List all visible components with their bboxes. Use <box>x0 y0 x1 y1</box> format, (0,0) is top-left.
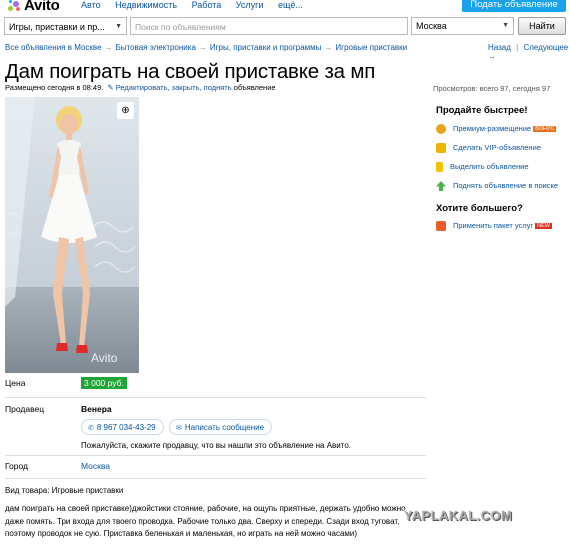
nav-realty[interactable]: Недвижимость <box>115 0 177 10</box>
highlight-listing-link[interactable]: Выделить объявление <box>436 162 529 173</box>
breadcrumb-all-moscow[interactable]: Все объявления в Москве <box>5 43 102 52</box>
site-watermark: YAPLAKAL.COM <box>404 508 513 523</box>
photo-watermark: Avito <box>91 351 118 365</box>
nav-services[interactable]: Услуги <box>236 0 264 10</box>
seller-name[interactable]: Венера <box>81 404 112 414</box>
premium-placement-link[interactable]: Премиум-размещение БОНУС <box>436 124 557 135</box>
divider <box>5 397 426 398</box>
divider <box>5 478 426 479</box>
back-link[interactable]: Назад <box>488 43 511 52</box>
top-nav: Авто Недвижимость Работа Услуги ещё... <box>81 0 315 10</box>
listing-description: дам поиграть на своей приставке)джойстик… <box>5 504 406 538</box>
logo-dots-icon <box>8 0 22 12</box>
seller-label: Продавец <box>5 404 45 414</box>
nav-auto[interactable]: Авто <box>81 0 101 10</box>
bump-listing-link[interactable]: Поднять объявление в поиске <box>436 181 558 192</box>
edit-suffix: объявление <box>233 83 276 92</box>
photo-image <box>5 97 139 373</box>
search-button[interactable]: Найти <box>518 17 566 35</box>
edit-link[interactable]: ✎ Редактировать, закрыть, поднять <box>107 83 231 92</box>
item-navigation: Назад | Следующее → <box>488 43 569 61</box>
search-bar: Игры, приставки и пр... ▼ Поиск по объяв… <box>4 17 566 37</box>
new-badge: NEW <box>535 223 552 230</box>
bonus-badge: БОНУС <box>533 126 557 133</box>
want-more-heading: Хотите большего? <box>436 203 523 214</box>
page-title: Дам поиграть на своей приставке за мп <box>5 60 376 83</box>
chevron-down-icon: ▼ <box>115 23 122 30</box>
top-bar: Avito Авто Недвижимость Работа Услуги ещ… <box>0 0 570 14</box>
sell-faster-heading: Продайте быстрее! <box>436 105 528 116</box>
envelope-icon: ✉ <box>176 425 182 432</box>
price-label: Цена <box>5 378 26 388</box>
coin-icon <box>436 124 446 135</box>
apply-package-link[interactable]: Применить пакет услуг NEW <box>436 221 552 232</box>
category-select[interactable]: Игры, приставки и пр... ▼ <box>4 17 127 35</box>
views-counter: Просмотров: всего 97, сегодня 97 <box>433 84 551 93</box>
arrow-up-icon <box>436 181 446 192</box>
zoom-icon[interactable]: ⊕ <box>117 102 134 119</box>
write-message-button[interactable]: ✉ Написать сообщение <box>169 419 273 435</box>
post-ad-button[interactable]: Подать объявление <box>462 0 566 12</box>
phone-icon: ✆ <box>88 425 94 432</box>
breadcrumb-electronics[interactable]: Бытовая электроника <box>116 43 196 52</box>
item-type: Вид товара: Игровые приставки <box>5 486 124 495</box>
posted-time: Размещено сегодня в 08:49. <box>5 83 104 92</box>
vip-listing-link[interactable]: Сделать VIP-объявление <box>436 143 541 154</box>
avito-logo[interactable]: Avito <box>8 0 60 14</box>
divider <box>5 455 426 456</box>
breadcrumb-consoles[interactable]: Игровые приставки <box>335 43 407 52</box>
phone-button[interactable]: ✆ 8 967 034-43-29 <box>81 419 164 435</box>
city-label: Город <box>5 461 28 471</box>
seller-hint: Пожалуйста, скажите продавцу, что вы наш… <box>81 441 352 450</box>
chevron-down-icon: ▼ <box>502 22 509 29</box>
city-link[interactable]: Москва <box>81 461 110 471</box>
category-value: Игры, приставки и пр... <box>9 22 105 32</box>
highlighter-icon <box>436 162 443 173</box>
breadcrumb-games[interactable]: Игры, приставки и программы <box>210 43 322 52</box>
listing-meta: Размещено сегодня в 08:49. ✎ Редактироват… <box>5 83 276 92</box>
star-icon <box>436 143 446 154</box>
price-value: 3 000 руб. <box>81 377 127 389</box>
nav-more[interactable]: ещё... <box>278 0 303 10</box>
nav-jobs[interactable]: Работа <box>192 0 222 10</box>
city-value: Москва <box>416 21 447 31</box>
breadcrumb: Все объявления в Москве → Бытовая электрон… <box>5 43 408 52</box>
listing-photo[interactable]: ⊕ Avito <box>5 97 139 373</box>
logo-text: Avito <box>24 0 60 14</box>
search-input[interactable]: Поиск по объявлениям <box>130 17 408 35</box>
city-select[interactable]: Москва ▼ <box>411 17 514 35</box>
gift-icon <box>436 221 446 232</box>
